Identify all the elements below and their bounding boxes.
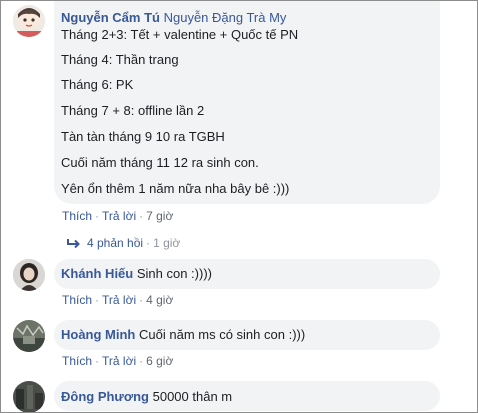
avatar[interactable] <box>13 320 45 352</box>
like-link[interactable]: Thích <box>62 354 92 368</box>
comment-author[interactable]: Nguyễn Cẩm Tú <box>61 10 160 25</box>
comment-line: Yên ổn thêm 1 năm nữa nha bây bê :))) <box>61 181 290 196</box>
separator-dot: · <box>146 236 151 250</box>
comment-line: Tháng 4: Thần trang <box>61 52 179 67</box>
separator-dot: · <box>95 354 100 368</box>
separator-dot: · <box>95 209 100 223</box>
comment-bubble: Nguyễn Cẩm Tú Nguyễn Đặng Trà My Tháng 2… <box>54 1 440 204</box>
mention-link[interactable]: Nguyễn Đặng Trà My <box>164 10 287 25</box>
like-link[interactable]: Thích <box>62 209 92 223</box>
comment-actions: Thích · Trả lời · 7 giờ <box>62 209 173 223</box>
reply-link[interactable]: Trả lời <box>102 209 136 223</box>
comment-text: Sinh con :)))) <box>136 266 212 281</box>
avatar[interactable] <box>13 259 45 291</box>
avatar-photo-icon <box>13 381 45 412</box>
reply-arrow-icon <box>67 239 80 249</box>
comment-actions: Thích · Trả lời · 6 giờ <box>62 354 173 368</box>
comment-line: Tháng 2+3: Tết + valentine + Quốc tế PN <box>61 27 299 42</box>
reply-link[interactable]: Trả lời <box>102 354 136 368</box>
replies-time: 1 giờ <box>153 236 181 250</box>
replies-count[interactable]: 4 phản hồi <box>87 236 143 250</box>
avatar-photo-icon <box>13 320 45 352</box>
comment-thread: Nguyễn Cẩm Tú Nguyễn Đặng Trà My Tháng 2… <box>0 0 478 413</box>
comment-author[interactable]: Hoàng Minh <box>61 327 135 342</box>
comment-bubble: Hoàng Minh Cuối năm ms có sinh con :))) <box>54 320 440 350</box>
comment-line: Tháng 7 + 8: offline lần 2 <box>61 103 205 118</box>
view-replies[interactable]: 4 phản hồi · 1 giờ <box>67 236 180 250</box>
avatar-photo-icon <box>13 259 45 291</box>
comment-time[interactable]: 6 giờ <box>146 354 173 368</box>
separator-dot: · <box>95 293 100 307</box>
comment-time[interactable]: 7 giờ <box>146 209 173 223</box>
reply-link[interactable]: Trả lời <box>102 293 136 307</box>
comment-line: Tháng 6: PK <box>61 77 134 92</box>
comment-line: Tàn tàn tháng 9 10 ra TGBH <box>61 129 225 144</box>
separator-dot: · <box>139 293 144 307</box>
avatar[interactable] <box>13 381 45 412</box>
comment-author[interactable]: Đông Phương <box>61 389 149 404</box>
avatar[interactable] <box>13 5 45 37</box>
comment-text: 50000 thân m <box>152 389 233 404</box>
comment-actions: Thích · Trả lời · 4 giờ <box>62 293 173 307</box>
separator-dot: · <box>139 354 144 368</box>
comment-line: Cuối năm tháng 11 12 ra sinh con. <box>61 155 259 170</box>
avatar-cartoon-icon <box>13 5 45 37</box>
comment-bubble: Khánh Hiếu Sinh con :)))) <box>54 259 440 289</box>
comment-time[interactable]: 4 giờ <box>146 293 173 307</box>
comment-bubble: Đông Phương 50000 thân m <box>54 381 440 411</box>
comment-text: Cuối năm ms có sinh con :))) <box>139 327 306 342</box>
like-link[interactable]: Thích <box>62 293 92 307</box>
comment-author[interactable]: Khánh Hiếu <box>61 266 133 281</box>
comment-header: Nguyễn Cẩm Tú Nguyễn Đặng Trà My <box>61 10 286 26</box>
separator-dot: · <box>139 209 144 223</box>
